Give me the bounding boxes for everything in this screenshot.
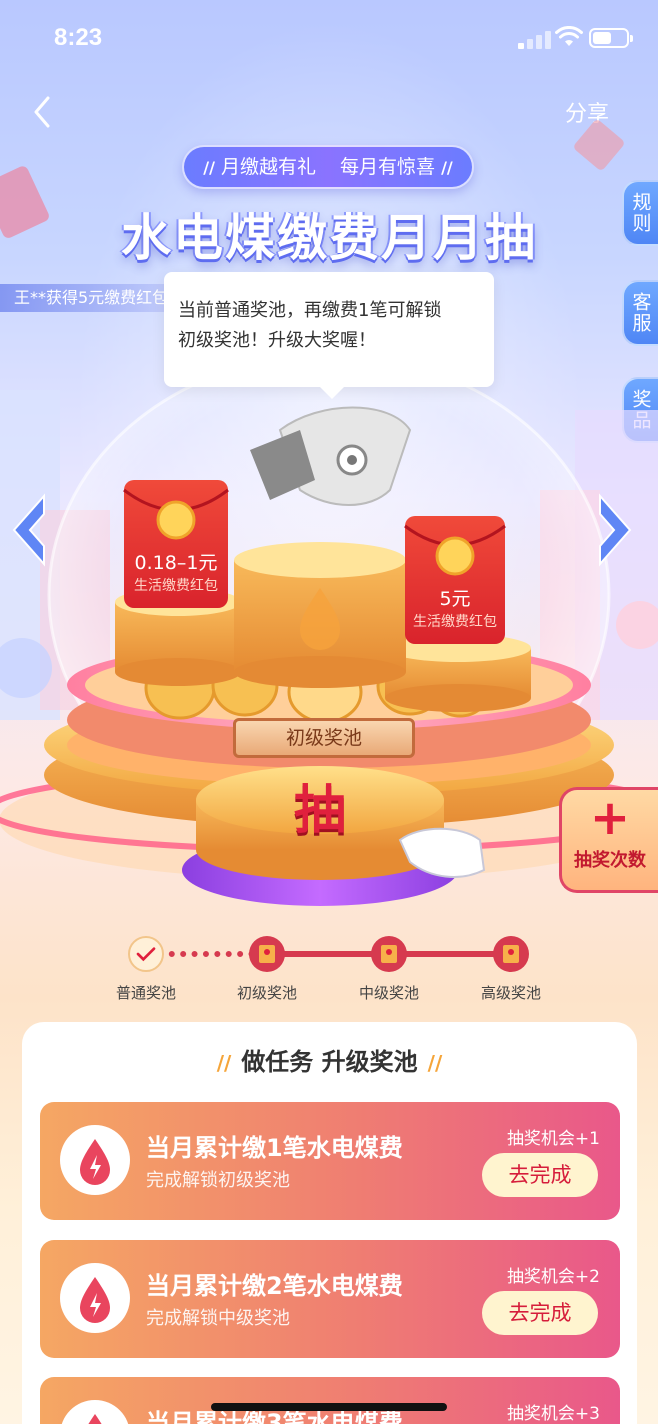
signal-icon: [518, 29, 552, 49]
slogan-right: 每月有惊喜: [340, 156, 436, 178]
task-subtitle: 完成解锁中级奖池: [146, 1308, 290, 1329]
prize-left: 0.18–1元 生活缴费红包: [124, 548, 228, 595]
add-draw-chances-label: 抽奖次数: [574, 850, 646, 871]
back-icon[interactable]: [28, 92, 58, 132]
task-go-button[interactable]: 去完成: [482, 1291, 598, 1335]
wifi-icon: [555, 26, 583, 46]
progress-label: 高级奖池: [480, 984, 541, 1002]
task-section-title: // 做任务 升级奖池 //: [22, 1042, 637, 1077]
add-draw-chances-button[interactable]: + 抽奖次数: [559, 787, 658, 893]
progress-line-active: [146, 951, 266, 957]
task-item: 当月累计缴2笔水电煤费 完成解锁中级奖池 抽奖机会+2 去完成: [40, 1240, 620, 1358]
task-title: 当月累计缴1笔水电煤费: [146, 1134, 403, 1162]
task-item: 当月累计缴1笔水电煤费 完成解锁初级奖池 抽奖机会+1 去完成: [40, 1102, 620, 1220]
prize-right-desc: 生活缴费红包: [413, 614, 497, 630]
progress-node-envelope-icon: [493, 936, 529, 972]
next-arrow-icon[interactable]: [592, 490, 636, 570]
utility-drop-icon: [60, 1125, 130, 1195]
task-card: // 做任务 升级奖池 // 当月累计缴1笔水电煤费 完成解锁初级奖池 抽奖机会+1…: [22, 1022, 637, 1424]
task-chance: 抽奖机会+2: [506, 1267, 600, 1287]
slash-deco-icon: //: [427, 1051, 443, 1075]
floating-envelope-right: [574, 120, 624, 170]
task-title: 当月累计缴2笔水电煤费: [146, 1272, 403, 1300]
task-chance: 抽奖机会+3: [506, 1404, 600, 1424]
tooltip-line-2: 初级奖池！升级大奖喔！: [178, 330, 376, 351]
progress-label: 初级奖池: [236, 984, 297, 1002]
utility-drop-icon: [60, 1263, 130, 1333]
task-title-text: 做任务 升级奖池: [241, 1048, 418, 1076]
stripes-icon: //: [203, 158, 215, 177]
slogan-left: 月缴越有礼: [220, 156, 316, 178]
stripes-icon: //: [441, 158, 453, 177]
pool-label: 初级奖池: [233, 718, 415, 758]
progress-label: 中级奖池: [358, 984, 419, 1002]
pool-progress: 普通奖池 初级奖池 中级奖池 高级奖池: [0, 930, 658, 1010]
prize-left-amount: 0.18–1元: [134, 552, 218, 574]
task-go-button[interactable]: 去完成: [482, 1153, 598, 1197]
status-bar: 8:23: [0, 0, 658, 80]
side-tab-service[interactable]: 客服: [622, 280, 658, 346]
progress-node-check-icon: [128, 936, 164, 972]
page-title: 水电煤缴费月月抽: [121, 209, 537, 267]
slogan-pill: // 月缴越有礼 每月有惊喜 //: [182, 145, 474, 189]
task-chance: 抽奖机会+1: [506, 1129, 600, 1149]
utility-drop-icon: [60, 1400, 130, 1424]
draw-button[interactable]: 抽: [270, 768, 370, 843]
progress-node-envelope-icon: [371, 936, 407, 972]
prize-left-desc: 生活缴费红包: [134, 578, 218, 594]
status-time: 8:23: [54, 24, 103, 51]
winner-ticker: 王**获得5元缴费红包: [0, 284, 170, 312]
pool-tooltip: 当前普通奖池，再缴费1笔可解锁 初级奖池！升级大奖喔！: [164, 272, 494, 399]
task-item: 当月累计缴3笔水电煤费 抽奖机会+3: [40, 1377, 620, 1424]
home-indicator: [211, 1403, 447, 1411]
progress-node-envelope-icon: [249, 936, 285, 972]
prize-right: 5元 生活缴费红包: [405, 584, 505, 631]
task-subtitle: 完成解锁初级奖池: [146, 1170, 290, 1191]
tooltip-line-1: 当前普通奖池，再缴费1笔可解锁: [178, 300, 442, 321]
prize-right-amount: 5元: [439, 588, 471, 610]
battery-icon: [589, 28, 633, 48]
side-tab-rules[interactable]: 规则: [622, 180, 658, 246]
plus-icon: +: [589, 790, 631, 846]
progress-label: 普通奖池: [115, 984, 176, 1002]
prev-arrow-icon[interactable]: [8, 490, 52, 570]
slash-deco-icon: //: [216, 1051, 232, 1075]
